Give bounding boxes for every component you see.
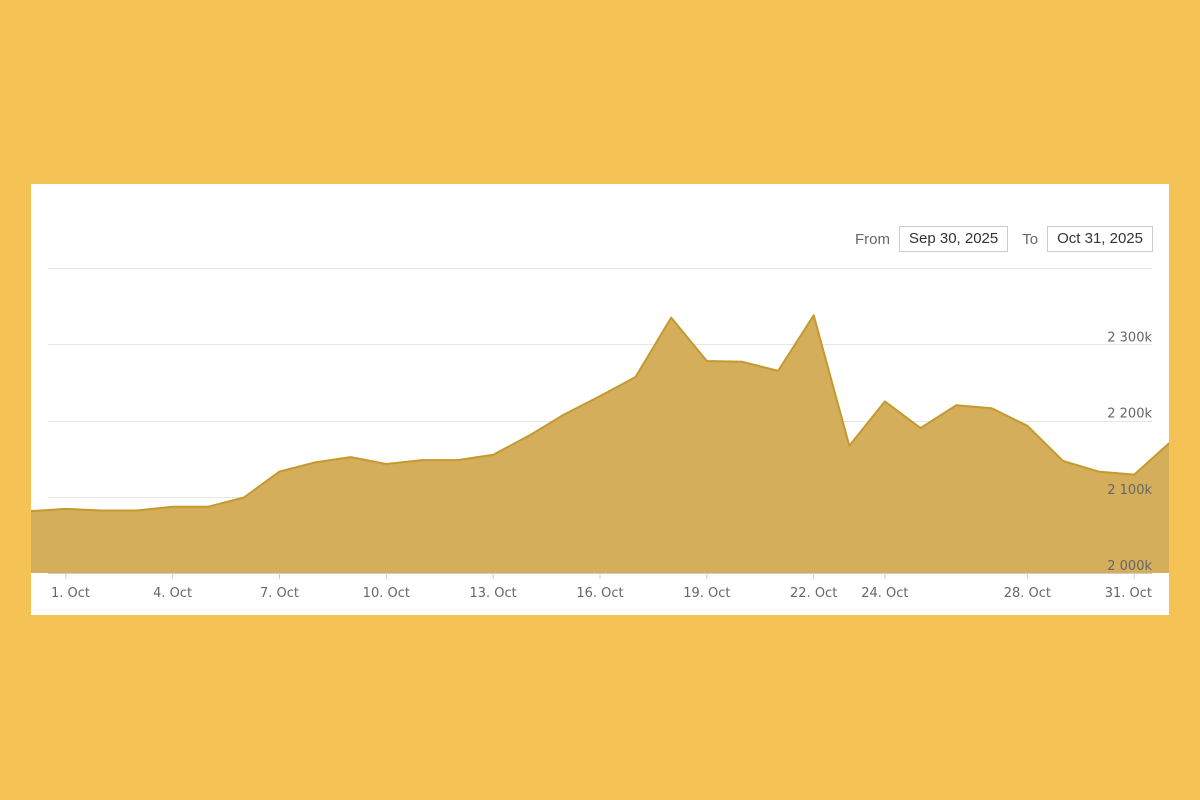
x-tick-label: 1. Oct <box>51 586 90 601</box>
range-from-label: From <box>855 230 890 248</box>
x-tick-label: 16. Oct <box>576 586 623 601</box>
date-range-selector: From Sep 30, 2025 To Oct 31, 2025 <box>846 226 1153 252</box>
y-tick-label: 2 000k <box>1107 559 1152 574</box>
x-tick-label: 10. Oct <box>363 586 410 601</box>
y-tick-label: 2 200k <box>1107 407 1152 422</box>
x-tick-label: 28. Oct <box>1004 586 1051 601</box>
range-from-input[interactable]: Sep 30, 2025 <box>899 226 1009 252</box>
x-tick-label: 22. Oct <box>790 586 837 601</box>
x-tick-label: 7. Oct <box>260 586 299 601</box>
x-tick-label: 4. Oct <box>153 586 192 601</box>
range-to-input[interactable]: Oct 31, 2025 <box>1047 226 1153 252</box>
area-fill-series-0 <box>31 315 1169 573</box>
y-tick-label: 2 100k <box>1107 483 1152 498</box>
chart-card: 2 000k 2 100k 2 200k 2 300k 1. Oct 4. Oct 7. … <box>31 184 1169 615</box>
x-tick-label: 13. Oct <box>470 586 517 601</box>
y-tick-label: 2 300k <box>1107 330 1152 345</box>
x-axis-labels: 1. Oct 4. Oct 7. Oct 10. Oct 13. Oct 16. Oct 1… <box>51 573 1152 601</box>
page-background: 2 000k 2 100k 2 200k 2 300k 1. Oct 4. Oct 7. … <box>0 0 1200 800</box>
x-tick-label: 24. Oct <box>861 586 908 601</box>
x-tick-label: 31. Oct <box>1105 586 1152 601</box>
series-layer <box>31 314 1169 573</box>
x-tick-label: 19. Oct <box>683 586 730 601</box>
range-to-label: To <box>1022 230 1039 248</box>
